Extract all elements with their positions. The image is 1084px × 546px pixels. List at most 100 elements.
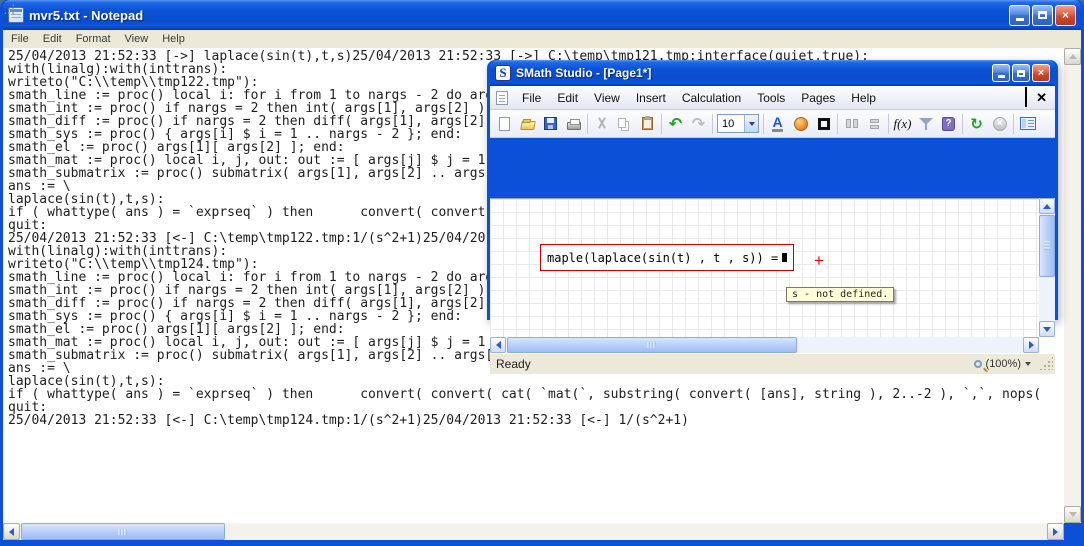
notepad-window-controls: ×: [1009, 5, 1076, 26]
smath-canvas[interactable]: maple(laplace(sin(t) , t , s)) = + s - n…: [490, 198, 1039, 337]
smath-horizontal-scrollbar[interactable]: [490, 337, 1039, 353]
stop-button[interactable]: ×: [988, 113, 1011, 135]
smath-toolbar: ↶ ↷ 10 A f(x) ? ↻ ×: [490, 110, 1055, 138]
redo-button[interactable]: ↷: [687, 113, 710, 135]
side-panel-button[interactable]: [1016, 113, 1039, 135]
canvas-cursor-cross-icon: +: [814, 254, 824, 268]
scroll-right-button[interactable]: [1023, 337, 1039, 353]
smath-minimize-button[interactable]: [992, 64, 1010, 82]
smath-menu-edit[interactable]: Edit: [549, 88, 586, 108]
font-color-icon: A: [772, 116, 782, 132]
align-vertical-button[interactable]: [863, 113, 886, 135]
copy-icon: [618, 118, 626, 128]
scroll-right-button[interactable]: [1047, 523, 1064, 540]
scroll-up-button[interactable]: [1039, 198, 1055, 214]
mdi-restore-button[interactable]: [1025, 89, 1027, 107]
notepad-menu-edit[interactable]: Edit: [36, 31, 69, 47]
smath-menu-help[interactable]: Help: [843, 88, 884, 108]
smath-title: SMath Studio - [Page1*]: [516, 66, 987, 80]
refresh-icon: ↻: [970, 117, 983, 131]
scissors-icon: [596, 117, 608, 130]
font-size-combo[interactable]: 10: [717, 114, 759, 133]
smath-maximize-button[interactable]: [1012, 64, 1030, 82]
cut-button[interactable]: [590, 113, 613, 135]
palette-icon: [794, 117, 808, 131]
toolbar-separator: [1013, 114, 1014, 134]
smath-window: S SMath Studio - [Page1*] × File Edit Vi…: [487, 60, 1058, 320]
chevron-down-icon: [749, 122, 755, 126]
font-color-button[interactable]: A: [766, 113, 789, 135]
formula-placeholder[interactable]: [782, 253, 787, 262]
font-size-value: 10: [718, 118, 744, 130]
printer-icon: [567, 122, 581, 130]
smath-hscroll-thumb[interactable]: [507, 337, 797, 353]
smath-close-button[interactable]: ×: [1032, 64, 1050, 82]
border-button[interactable]: [812, 113, 835, 135]
smath-statusbar: Ready (100%): [490, 353, 1055, 374]
smath-vertical-scrollbar[interactable]: [1039, 198, 1055, 337]
smath-menu-insert[interactable]: Insert: [628, 88, 674, 108]
notepad-menu-view[interactable]: View: [118, 31, 156, 47]
smath-menu-pages[interactable]: Pages: [793, 88, 843, 108]
notepad-menu-format[interactable]: Format: [69, 31, 118, 47]
recalculate-button[interactable]: ↻: [965, 113, 988, 135]
smath-menu-calculation[interactable]: Calculation: [674, 88, 749, 108]
scroll-up-button[interactable]: [1064, 48, 1081, 65]
notepad-horizontal-scrollbar[interactable]: [3, 523, 1064, 540]
smath-titlebar: S SMath Studio - [Page1*] ×: [490, 60, 1055, 86]
formula-text: maple(laplace(sin(t) , t , s)) =: [547, 251, 778, 265]
background-color-button[interactable]: [789, 113, 812, 135]
paste-button[interactable]: [636, 113, 659, 135]
status-text: Ready: [496, 357, 531, 371]
chevron-left-icon: [9, 528, 14, 536]
scroll-down-button[interactable]: [1064, 506, 1081, 523]
reference-button[interactable]: ?: [937, 113, 960, 135]
toolbar-separator: [661, 114, 662, 134]
scroll-left-button[interactable]: [3, 523, 20, 540]
restore-icon: [1025, 87, 1027, 107]
redo-arrow-icon: ↷: [692, 117, 705, 131]
funnel-icon: [919, 117, 933, 130]
notepad-menu-file[interactable]: File: [4, 31, 36, 47]
mdi-close-button[interactable]: ✕: [1036, 93, 1047, 103]
notepad-maximize-button[interactable]: [1032, 5, 1053, 26]
zoom-control[interactable]: (100%): [974, 358, 1049, 370]
insert-function-button[interactable]: f(x): [891, 113, 914, 135]
toolbar-separator: [763, 114, 764, 134]
open-folder-icon: [520, 121, 536, 130]
toolbar-separator: [837, 114, 838, 134]
save-button[interactable]: [539, 113, 562, 135]
smath-menubar: File Edit View Insert Calculation Tools …: [490, 86, 1055, 110]
smath-menu-view[interactable]: View: [586, 88, 628, 108]
toolbar-separator: [712, 114, 713, 134]
undo-button[interactable]: ↶: [664, 113, 687, 135]
smath-vscroll-thumb[interactable]: [1039, 215, 1055, 277]
formula-box[interactable]: maple(laplace(sin(t) , t , s)) =: [540, 244, 794, 271]
chevron-down-icon: [1069, 512, 1077, 517]
notepad-close-button[interactable]: ×: [1055, 5, 1076, 26]
smath-worksheet-area: maple(laplace(sin(t) , t , s)) = + s - n…: [490, 198, 1055, 353]
smath-menu-tools[interactable]: Tools: [749, 88, 793, 108]
notepad-menu-help[interactable]: Help: [155, 31, 192, 47]
thumb-grip-icon: [1044, 242, 1050, 251]
chevron-down-icon: [1043, 327, 1051, 332]
border-square-icon: [818, 118, 830, 130]
font-size-dropdown-button[interactable]: [744, 115, 758, 132]
copy-button[interactable]: [613, 113, 636, 135]
notepad-hscroll-thumb[interactable]: [21, 523, 225, 540]
notepad-vertical-scrollbar[interactable]: [1064, 48, 1081, 523]
scroll-left-button[interactable]: [490, 337, 506, 353]
open-button[interactable]: [516, 113, 539, 135]
filter-button[interactable]: [914, 113, 937, 135]
maximize-icon: [1017, 70, 1025, 77]
print-button[interactable]: [562, 113, 585, 135]
toolbar-separator: [587, 114, 588, 134]
new-button[interactable]: [493, 113, 516, 135]
notepad-minimize-button[interactable]: [1009, 5, 1030, 26]
align-horizontal-button[interactable]: [840, 113, 863, 135]
minimize-icon: [998, 75, 1005, 78]
smath-menu-file[interactable]: File: [514, 88, 549, 108]
scroll-down-button[interactable]: [1039, 321, 1055, 337]
new-page-icon: [499, 117, 510, 131]
clipboard-icon: [642, 117, 653, 130]
